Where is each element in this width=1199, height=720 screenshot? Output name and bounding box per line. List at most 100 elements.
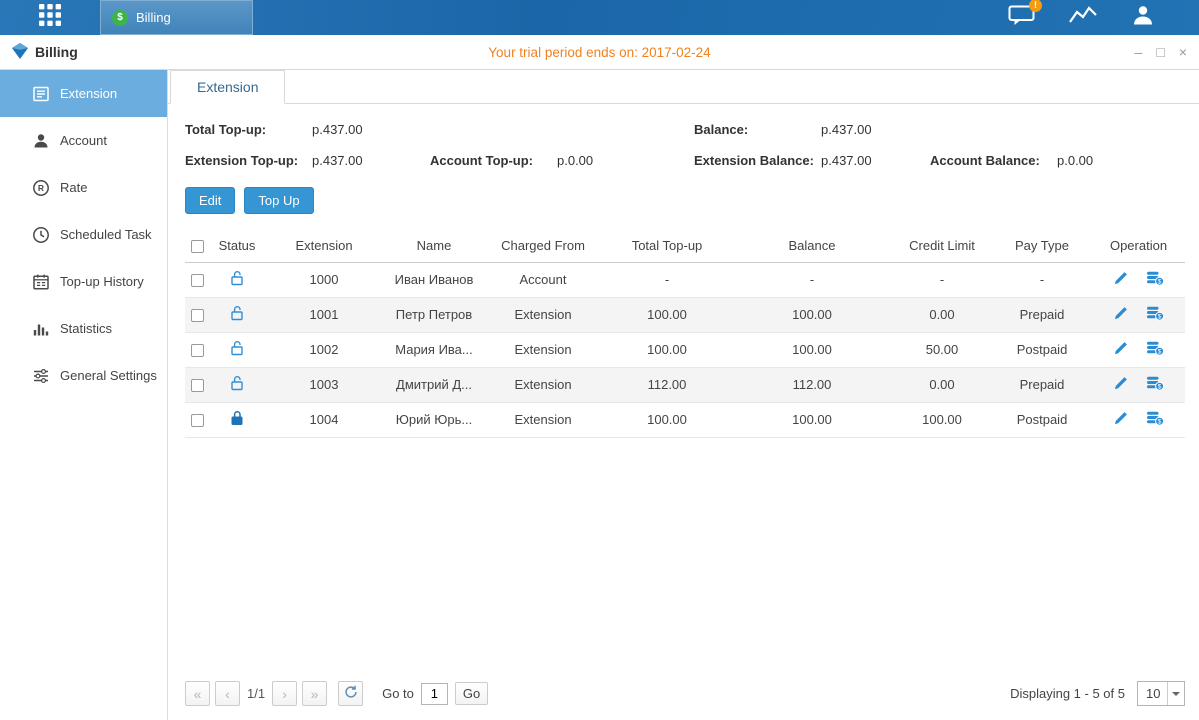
column-operation: Operation [1092, 229, 1185, 262]
cell-charged-from: Extension [484, 297, 602, 332]
cell-credit-limit: - [892, 262, 992, 297]
extension-topup-value: p.437.00 [312, 153, 363, 168]
cell-extension: 1003 [264, 367, 384, 402]
cell-credit-limit: 100.00 [892, 402, 992, 437]
total-topup-value: p.437.00 [312, 122, 363, 137]
column-credit-limit: Credit Limit [892, 229, 992, 262]
total-topup-label: Total Top-up: [185, 122, 312, 137]
topup-row-icon[interactable]: $ [1146, 341, 1164, 356]
unlock-icon[interactable] [230, 305, 244, 321]
window-title: Billing [12, 43, 78, 62]
edit-row-icon[interactable] [1113, 411, 1128, 426]
go-button[interactable]: Go [455, 682, 488, 705]
sidebar-item-statistics[interactable]: Statistics [0, 305, 167, 352]
account-topup-value: p.0.00 [557, 153, 593, 168]
unlock-icon[interactable] [230, 270, 244, 286]
resource-monitor-button[interactable] [1069, 5, 1097, 30]
extension-table: Status Extension Name Charged From Total… [185, 229, 1185, 438]
edit-row-icon[interactable] [1113, 271, 1128, 286]
table-row: 1004 Юрий Юрь... Extension 100.00 100.00… [185, 402, 1185, 437]
page-size-value: 10 [1138, 686, 1167, 701]
cell-total-topup: 100.00 [602, 332, 732, 367]
lock-icon[interactable] [230, 410, 244, 426]
page-size-select[interactable]: 10 [1137, 681, 1185, 706]
extension-icon [32, 85, 50, 103]
next-page-button[interactable]: › [272, 681, 297, 706]
last-page-button[interactable]: » [302, 681, 327, 706]
app-launcher-button[interactable] [0, 0, 100, 35]
chevron-down-icon [1167, 682, 1184, 705]
apps-grid-icon [37, 2, 63, 33]
sidebar-item-topup-history[interactable]: Top-up History [0, 258, 167, 305]
cell-balance: - [732, 262, 892, 297]
cell-total-topup: 112.00 [602, 367, 732, 402]
edit-row-icon[interactable] [1113, 306, 1128, 321]
cell-name: Иван Иванов [384, 262, 484, 297]
prev-page-button[interactable]: ‹ [215, 681, 240, 706]
row-checkbox[interactable] [191, 309, 204, 322]
topup-row-icon[interactable]: $ [1146, 271, 1164, 286]
sidebar-item-label: Rate [60, 180, 87, 195]
content-area: Extension Account R Rate Scheduled Task … [0, 70, 1199, 720]
account-icon [32, 132, 50, 150]
cell-pay-type: Prepaid [992, 367, 1092, 402]
notifications-button[interactable]: ! [1008, 5, 1035, 31]
row-checkbox[interactable] [191, 379, 204, 392]
topup-button[interactable]: Top Up [244, 187, 313, 214]
maximize-icon[interactable]: □ [1156, 45, 1164, 59]
select-all-checkbox[interactable] [191, 240, 204, 253]
sidebar-item-general-settings[interactable]: General Settings [0, 352, 167, 399]
row-checkbox[interactable] [191, 344, 204, 357]
sidebar-item-account[interactable]: Account [0, 117, 167, 164]
goto-page-input[interactable] [421, 683, 448, 705]
row-checkbox[interactable] [191, 274, 204, 287]
svg-text:$: $ [1158, 278, 1162, 285]
sidebar-item-label: Top-up History [60, 274, 144, 289]
edit-row-icon[interactable] [1113, 341, 1128, 356]
cell-charged-from: Extension [484, 367, 602, 402]
close-icon[interactable]: × [1179, 45, 1187, 59]
sidebar-item-extension[interactable]: Extension [0, 70, 167, 117]
cell-balance: 100.00 [732, 402, 892, 437]
cell-credit-limit: 0.00 [892, 297, 992, 332]
billing-diamond-icon [12, 43, 28, 62]
cell-extension: 1000 [264, 262, 384, 297]
tab-extension[interactable]: Extension [170, 70, 285, 104]
sidebar-item-scheduled-task[interactable]: Scheduled Task [0, 211, 167, 258]
billing-app-tab[interactable]: $ Billing [100, 0, 253, 35]
column-pay-type: Pay Type [992, 229, 1092, 262]
tab-extension-label: Extension [197, 79, 258, 95]
cell-pay-type: - [992, 262, 1092, 297]
topup-row-icon[interactable]: $ [1146, 376, 1164, 391]
cell-extension: 1001 [264, 297, 384, 332]
unlock-icon[interactable] [230, 375, 244, 391]
edit-button[interactable]: Edit [185, 187, 235, 214]
sidebar-item-label: Scheduled Task [60, 227, 152, 242]
refresh-icon [344, 685, 358, 702]
unlock-icon[interactable] [230, 340, 244, 356]
action-buttons: Edit Top Up [185, 187, 1185, 214]
svg-text:$: $ [1158, 348, 1162, 355]
account-topup-label: Account Top-up: [430, 153, 557, 168]
notification-badge: ! [1029, 0, 1042, 12]
edit-row-icon[interactable] [1113, 376, 1128, 391]
minimize-icon[interactable]: – [1135, 45, 1143, 59]
cell-pay-type: Postpaid [992, 402, 1092, 437]
refresh-button[interactable] [338, 681, 363, 706]
sidebar-item-rate[interactable]: R Rate [0, 164, 167, 211]
bar-chart-icon [32, 320, 50, 338]
svg-text:$: $ [1158, 383, 1162, 390]
goto-label: Go to [382, 686, 414, 701]
calendar-icon [32, 273, 50, 291]
svg-text:R: R [38, 183, 44, 193]
table-row: 1000 Иван Иванов Account - - - - $ [185, 262, 1185, 297]
user-icon [1131, 3, 1155, 32]
billing-dollar-icon: $ [112, 10, 128, 26]
window-title-text: Billing [35, 44, 78, 60]
topup-row-icon[interactable]: $ [1146, 306, 1164, 321]
user-menu-button[interactable] [1131, 3, 1155, 32]
topup-row-icon[interactable]: $ [1146, 411, 1164, 426]
first-page-button[interactable]: « [185, 681, 210, 706]
extension-balance-label: Extension Balance: [694, 153, 821, 168]
row-checkbox[interactable] [191, 414, 204, 427]
